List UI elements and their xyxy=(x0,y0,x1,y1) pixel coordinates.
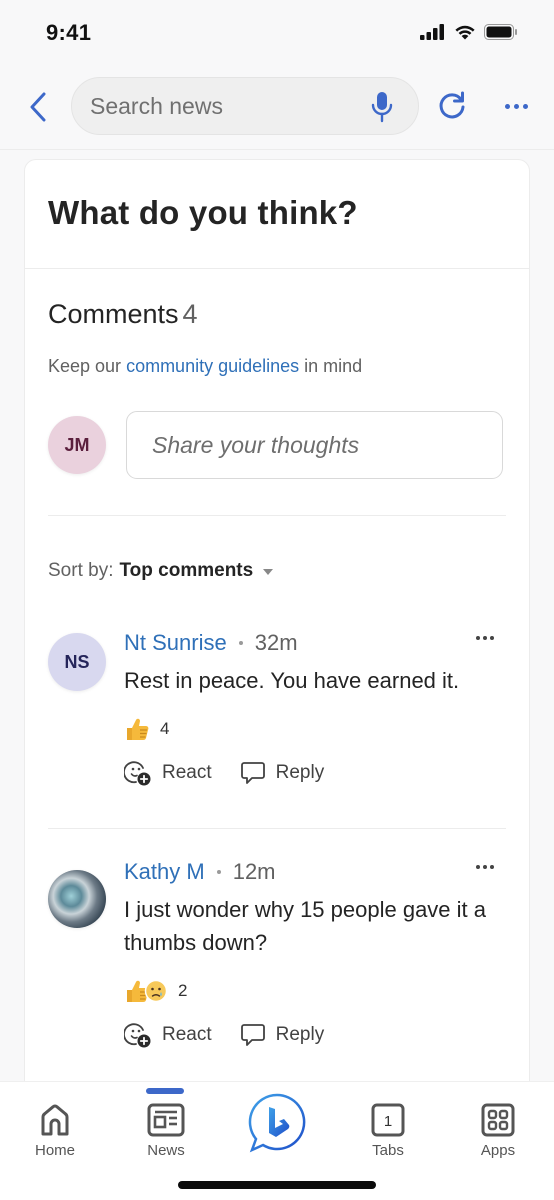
refresh-icon xyxy=(439,91,465,119)
reply-label: Reply xyxy=(275,1024,325,1045)
nav-bar xyxy=(0,64,554,150)
add-reaction-icon xyxy=(124,1023,151,1048)
divider xyxy=(48,828,506,829)
screen: 9:41 Search news What do you think? Comm… xyxy=(0,0,554,1200)
comments-heading-label: Comments xyxy=(48,299,179,329)
comment-meta: Nt Sunrise 32m xyxy=(124,628,506,658)
home-icon xyxy=(41,1104,69,1136)
current-user-avatar: JM xyxy=(48,416,106,474)
speech-bubble-icon xyxy=(240,1024,265,1046)
back-button[interactable] xyxy=(26,90,50,124)
tab-news[interactable]: News xyxy=(126,1102,206,1159)
react-button[interactable]: React xyxy=(124,1021,212,1049)
comment-avatar-photo[interactable] xyxy=(48,870,106,928)
active-tab-indicator xyxy=(146,1088,184,1094)
add-reaction-icon xyxy=(124,761,151,786)
comment-author[interactable]: Kathy M xyxy=(124,859,205,885)
reply-button[interactable]: Reply xyxy=(240,1022,325,1048)
reaction-summary[interactable]: 4 xyxy=(124,715,506,743)
comments-card: What do you think? Comments 4 Keep our co… xyxy=(24,159,530,1119)
status-bar: 9:41 xyxy=(0,0,554,64)
react-button[interactable]: React xyxy=(124,759,212,787)
community-guidelines-link[interactable]: community guidelines xyxy=(126,356,299,376)
speech-bubble-icon xyxy=(240,762,265,784)
more-options-button[interactable] xyxy=(500,94,532,118)
refresh-button[interactable] xyxy=(436,90,468,122)
search-input[interactable] xyxy=(90,78,360,134)
comments-heading: Comments 4 xyxy=(48,299,506,330)
comment-more-button[interactable] xyxy=(472,861,498,873)
separator-dot xyxy=(238,641,243,645)
sort-value: Top comments xyxy=(119,560,254,581)
tab-tabs[interactable]: 1 Tabs xyxy=(348,1102,428,1159)
voice-search-button[interactable] xyxy=(370,91,394,123)
comments-section: Comments 4 Keep our community guidelines … xyxy=(25,299,529,1097)
search-box xyxy=(71,77,419,135)
comment-age: 12m xyxy=(232,859,276,884)
tabs-count-badge: 1 xyxy=(384,1113,392,1130)
tab-home[interactable]: Home xyxy=(15,1102,95,1159)
crying-face-icon xyxy=(144,979,168,1003)
compose-row: JM xyxy=(48,411,506,481)
battery-icon xyxy=(484,24,517,40)
comment-actions: React Reply xyxy=(124,757,506,789)
tab-copilot[interactable] xyxy=(237,1092,317,1154)
sort-dropdown[interactable]: Sort by: Top comments xyxy=(48,560,506,582)
tab-label: Tabs xyxy=(372,1142,404,1159)
card-header: What do you think? xyxy=(25,160,529,269)
reaction-count: 2 xyxy=(178,981,188,1000)
reaction-count: 4 xyxy=(160,719,170,738)
chevron-left-icon xyxy=(30,92,46,122)
comment-text: I just wonder why 15 people gave it a th… xyxy=(124,897,487,955)
comment-body: Kathy M 12m I just wonder why 15 people … xyxy=(124,857,506,1051)
more-horizontal-icon xyxy=(476,865,480,869)
comments-count: 4 xyxy=(182,299,198,329)
comment-more-button[interactable] xyxy=(472,632,498,644)
caret-down-icon xyxy=(263,568,274,575)
status-icons xyxy=(420,24,518,40)
cellular-signal-icon xyxy=(420,24,444,40)
comment-avatar[interactable]: NS xyxy=(48,633,106,691)
comment-input[interactable] xyxy=(126,411,503,479)
apps-icon xyxy=(481,1103,515,1137)
tab-label: Home xyxy=(34,1142,75,1159)
comment-body: Nt Sunrise 32m Rest in peace. You have e… xyxy=(124,628,506,789)
tab-label: Apps xyxy=(480,1142,516,1159)
comment-age: 32m xyxy=(254,630,298,655)
tabs-icon: 1 xyxy=(371,1103,405,1137)
comment-text: Rest in peace. You have earned it. xyxy=(124,668,460,693)
home-indicator[interactable] xyxy=(178,1181,376,1189)
copilot-icon xyxy=(248,1093,306,1153)
react-label: React xyxy=(162,762,212,783)
comment-item: Kathy M 12m I just wonder why 15 people … xyxy=(48,857,506,1097)
separator-dot xyxy=(216,870,221,874)
tab-apps[interactable]: Apps xyxy=(458,1102,538,1159)
comment-item: NS Nt Sunrise 32m Rest in peace. You hav… xyxy=(48,628,506,828)
divider xyxy=(48,515,506,516)
react-label: React xyxy=(162,1024,212,1045)
reaction-summary[interactable]: 2 xyxy=(124,977,506,1005)
more-horizontal-icon xyxy=(476,636,480,640)
card-title: What do you think? xyxy=(48,194,358,231)
comment-actions: React Reply xyxy=(124,1019,506,1051)
comment-author[interactable]: Nt Sunrise xyxy=(124,630,227,656)
guidelines-suffix: in mind xyxy=(299,356,363,376)
reply-label: Reply xyxy=(275,762,325,783)
sort-label: Sort by: xyxy=(48,560,114,581)
tab-label: News xyxy=(147,1142,185,1159)
microphone-icon xyxy=(371,92,393,123)
wifi-icon xyxy=(455,25,475,40)
guidelines-notice: Keep our community guidelines in mind xyxy=(48,356,506,377)
comment-meta: Kathy M 12m xyxy=(124,857,506,887)
thumbs-up-icon xyxy=(127,718,149,740)
news-icon xyxy=(147,1103,185,1137)
guidelines-prefix: Keep our xyxy=(48,356,127,376)
reply-button[interactable]: Reply xyxy=(240,760,325,786)
more-horizontal-icon xyxy=(504,103,510,109)
status-time: 9:41 xyxy=(46,20,92,45)
